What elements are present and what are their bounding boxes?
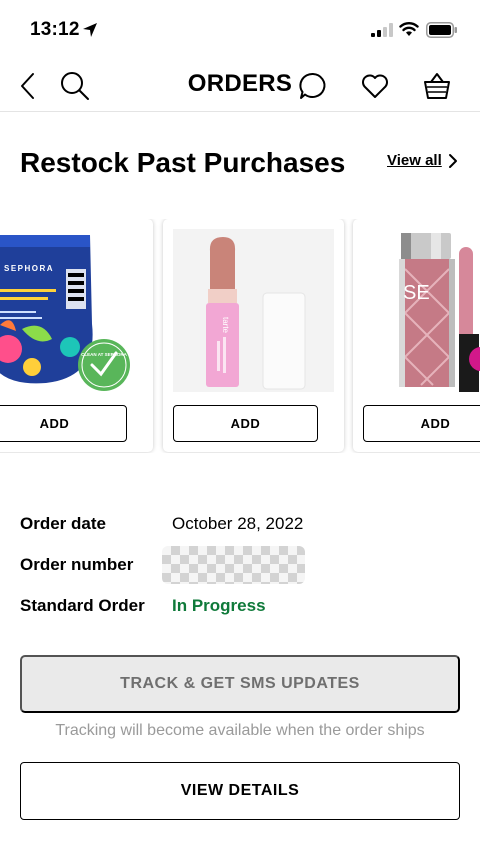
- tracking-note: Tracking will become available when the …: [55, 722, 425, 739]
- add-button[interactable]: ADD: [173, 405, 318, 442]
- heart-icon[interactable]: [359, 70, 391, 102]
- basket-icon[interactable]: [421, 70, 453, 102]
- order-date-label: Order date: [20, 514, 106, 533]
- product-card[interactable]: SEPHORA CLEAN AT SEPHORA ADD: [0, 219, 153, 452]
- status-bar: 13:12: [0, 0, 480, 60]
- product-carousel[interactable]: SEPHORA CLEAN AT SEPHORA ADD tarte ADD S…: [0, 219, 480, 453]
- tarte-lip-balm-image: tarte: [173, 229, 334, 392]
- view-details-button[interactable]: VIEW DETAILS: [20, 762, 460, 820]
- product-card[interactable]: tarte ADD: [163, 219, 344, 452]
- view-all-label: View all: [387, 152, 442, 169]
- nav-bar: ORDERS: [0, 60, 480, 112]
- order-number-label: Order number: [20, 555, 134, 574]
- product-card[interactable]: SE ADD: [353, 219, 480, 452]
- track-sms-button[interactable]: TRACK & GET SMS UPDATES: [20, 655, 460, 713]
- order-status-value: In Progress: [172, 596, 266, 615]
- page-title: ORDERS: [187, 70, 293, 97]
- product-brand-text: tarte: [221, 317, 230, 334]
- chevron-right-icon: [448, 153, 457, 168]
- add-button[interactable]: ADD: [0, 405, 127, 442]
- restock-section-title: Restock Past Purchases: [20, 147, 346, 178]
- location-arrow-icon: [83, 23, 97, 37]
- product-brand-text: SEPHORA: [4, 264, 54, 273]
- status-time: 13:12: [30, 19, 80, 40]
- battery-icon: [426, 22, 457, 38]
- sephora-foot-mask-sock-image: SEPHORA CLEAN AT SEPHORA: [0, 229, 143, 392]
- sephora-lip-gloss-image: SE: [363, 229, 480, 392]
- wifi-icon: [399, 22, 419, 36]
- view-all-link[interactable]: View all: [387, 152, 458, 169]
- product-brand-text: SE: [403, 282, 430, 304]
- order-date-value: October 28, 2022: [172, 514, 304, 533]
- order-type-label: Standard Order: [20, 596, 145, 615]
- clean-badge-text: CLEAN AT SEPHORA: [81, 352, 128, 357]
- add-button[interactable]: ADD: [363, 405, 480, 442]
- signal-icon: [371, 23, 393, 37]
- order-number-redacted: [162, 546, 305, 584]
- chat-bubble-icon[interactable]: [297, 70, 329, 102]
